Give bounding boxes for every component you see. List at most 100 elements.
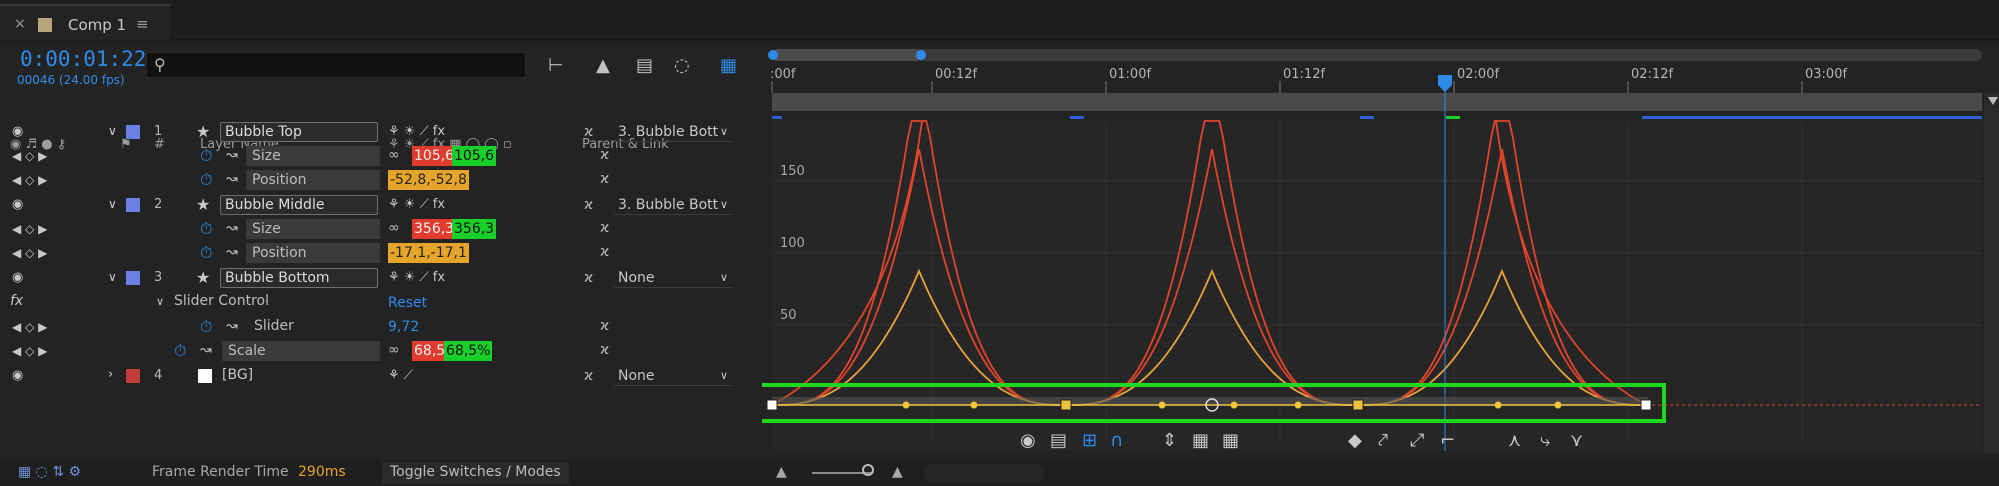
graph-toggle-icon[interactable]: ↝ bbox=[226, 147, 238, 163]
layer-name[interactable]: Bubble Top bbox=[220, 122, 378, 142]
stopwatch-icon[interactable]: ⏱ bbox=[200, 170, 212, 190]
layer-switches[interactable]: ⚘ ☀ ⟋ fx bbox=[388, 197, 445, 212]
parent-dropdown[interactable]: None ∨ bbox=[614, 268, 732, 288]
pickwhip-icon[interactable]: ϰ bbox=[584, 270, 593, 286]
keyframe-handle[interactable] bbox=[1352, 399, 1364, 411]
parent-dropdown[interactable]: 3. Bubble Bott ∨ bbox=[614, 122, 732, 142]
property-value[interactable]: 105,6 bbox=[412, 146, 457, 166]
property-value[interactable]: 68,5 bbox=[412, 341, 448, 361]
expression-pickwhip-icon[interactable]: ϰ bbox=[600, 147, 609, 163]
expression-pickwhip-icon[interactable]: ϰ bbox=[600, 244, 609, 260]
time-navigator-range[interactable] bbox=[772, 49, 922, 61]
expression-pickwhip-icon[interactable]: ϰ bbox=[600, 342, 609, 358]
layer-switches[interactable]: ⚘ ⟋ bbox=[388, 368, 413, 383]
parent-dropdown[interactable]: None ∨ bbox=[614, 366, 732, 386]
property-name[interactable]: Scale bbox=[222, 341, 380, 361]
parent-dropdown[interactable]: 3. Bubble Bott ∨ bbox=[614, 195, 732, 215]
property-name[interactable]: Size bbox=[246, 219, 380, 239]
layer-name[interactable]: Bubble Bottom bbox=[220, 268, 378, 288]
property-value[interactable]: 68,5% bbox=[444, 341, 493, 361]
fit-selection-icon[interactable]: ⇕ bbox=[1162, 430, 1177, 451]
expression-pickwhip-icon[interactable]: ϰ bbox=[600, 220, 609, 236]
bezier-handle[interactable] bbox=[1294, 401, 1302, 409]
constrain-link-icon[interactable]: ∞ bbox=[388, 147, 400, 163]
frame-blending-icon[interactable]: ▤ bbox=[636, 55, 653, 76]
constrain-link-icon[interactable]: ∞ bbox=[388, 220, 400, 236]
property-value[interactable]: -17,1,-17,1 bbox=[388, 243, 469, 263]
layer-name[interactable]: Bubble Middle bbox=[220, 195, 378, 215]
property-value[interactable]: 356,3 bbox=[452, 219, 497, 239]
stopwatch-icon[interactable]: ⏱ bbox=[200, 317, 212, 337]
close-tab-icon[interactable]: × bbox=[14, 16, 26, 32]
motion-blur-icon[interactable]: ◌ bbox=[674, 55, 690, 76]
stopwatch-icon[interactable]: ⏱ bbox=[174, 341, 186, 361]
bezier-handle[interactable] bbox=[1554, 401, 1562, 409]
property-name[interactable]: Position bbox=[246, 170, 380, 190]
show-properties-icon[interactable]: ◉ bbox=[1020, 430, 1036, 451]
keyframe-nav-icons[interactable]: ◀ ◇ ▶ bbox=[12, 173, 47, 187]
separate-dimensions-icon[interactable]: ▦ bbox=[1222, 430, 1239, 451]
property-name[interactable]: Slider bbox=[254, 318, 294, 334]
layer-row-4[interactable]: ◉ › 4 [BG] ⚘ ⟋ ϰ None ∨ bbox=[0, 364, 742, 388]
property-value[interactable]: 105,6 bbox=[452, 146, 497, 166]
visibility-eye-icon[interactable]: ◉ bbox=[12, 197, 23, 212]
layer-label-color[interactable] bbox=[126, 125, 140, 139]
keyframe-nav-icons[interactable]: ◀ ◇ ▶ bbox=[12, 246, 47, 260]
bezier-handle[interactable] bbox=[1230, 401, 1238, 409]
footer-icons[interactable]: ▦ ◌ ⇅ ⚙ bbox=[18, 464, 81, 480]
zoom-slider-handle[interactable] bbox=[862, 464, 874, 476]
layer-label-color[interactable] bbox=[126, 198, 140, 212]
expand-chevron-icon[interactable]: ∨ bbox=[156, 295, 164, 308]
transform-box-icon[interactable]: ⊞ bbox=[1082, 430, 1097, 451]
bezier-handle[interactable] bbox=[902, 401, 910, 409]
property-value[interactable]: 356,3 bbox=[412, 219, 457, 239]
stopwatch-icon[interactable]: ⏱ bbox=[200, 243, 212, 263]
property-value[interactable]: 9,72 bbox=[386, 317, 421, 337]
easy-ease-icon[interactable]: ⌐ bbox=[1440, 430, 1455, 451]
pickwhip-icon[interactable]: ϰ bbox=[584, 124, 593, 140]
keyframe-handle[interactable] bbox=[766, 399, 778, 411]
layer-row-2[interactable]: ◉ ∨ 2 ★ Bubble Middle ⚘ ☀ ⟋ fx ϰ 3. Bubb… bbox=[0, 193, 742, 217]
layer-label-color[interactable] bbox=[126, 369, 140, 383]
bezier-handle[interactable] bbox=[1494, 401, 1502, 409]
navigator-end-handle[interactable] bbox=[916, 50, 926, 60]
layer-switches[interactable]: ⚘ ☀ ⟋ fx bbox=[388, 270, 445, 285]
comp-tab[interactable]: × Comp 1 ≡ bbox=[0, 4, 170, 40]
keyframe-nav-icons[interactable]: ◀ ◇ ▶ bbox=[12, 344, 47, 358]
expand-chevron-icon[interactable]: ∨ bbox=[108, 270, 117, 284]
keyframe-nav-icons[interactable]: ◀ ◇ ▶ bbox=[12, 149, 47, 163]
keyframe-interpolation-icon[interactable]: ⋎ bbox=[1570, 430, 1583, 451]
graph-toggle-icon[interactable]: ↝ bbox=[200, 342, 212, 358]
easy-ease-out-icon[interactable]: ⤷ bbox=[1540, 430, 1550, 451]
effect-reset-link[interactable]: Reset bbox=[386, 293, 429, 313]
pickwhip-icon[interactable]: ϰ bbox=[584, 368, 593, 384]
visibility-eye-icon[interactable]: ◉ bbox=[12, 124, 23, 139]
visibility-eye-icon[interactable]: ◉ bbox=[12, 270, 23, 285]
property-value[interactable]: -52,8,-52,8 bbox=[388, 170, 469, 190]
stopwatch-icon[interactable]: ⏱ bbox=[200, 146, 212, 166]
graph-editor[interactable]: :00f 00:12f 01:00f 01:12f 02:00f 02:12f 03:00f… bbox=[762, 41, 1999, 460]
keyframe-handle[interactable] bbox=[1640, 399, 1652, 411]
expression-pickwhip-icon[interactable]: ϰ bbox=[600, 318, 609, 334]
playhead-handle[interactable] bbox=[1438, 75, 1452, 92]
expand-chevron-icon[interactable]: ∨ bbox=[108, 124, 117, 138]
keyframe-nav-icons[interactable]: ◀ ◇ ▶ bbox=[12, 320, 47, 334]
layer-row-1[interactable]: ◉ ∨ 1 ★ Bubble Top ⚘ ☀ ⟋ fx ϰ 3. Bubble … bbox=[0, 120, 742, 144]
keyframe-handle[interactable] bbox=[1060, 399, 1072, 411]
constrain-link-icon[interactable]: ∞ bbox=[388, 342, 400, 358]
tab-menu-icon[interactable]: ≡ bbox=[136, 15, 149, 33]
stopwatch-icon[interactable]: ⏱ bbox=[200, 219, 212, 239]
effect-name[interactable]: Slider Control bbox=[174, 293, 269, 309]
zoom-in-icon[interactable]: ▲ bbox=[892, 464, 903, 480]
layer-row-3[interactable]: ◉ ∨ 3 ★ Bubble Bottom ⚘ ☀ ⟋ fx ϰ None ∨ bbox=[0, 266, 742, 290]
visibility-eye-icon[interactable]: ◉ bbox=[12, 368, 23, 383]
graph-options-icon[interactable]: ▤ bbox=[1050, 430, 1067, 451]
layer-label-color[interactable] bbox=[126, 271, 140, 285]
toggle-switches-button[interactable]: Toggle Switches / Modes bbox=[382, 462, 569, 484]
time-navigator[interactable] bbox=[772, 49, 1982, 61]
work-area-bar[interactable] bbox=[772, 93, 1982, 111]
keyframe-nav-icons[interactable]: ◀ ◇ ▶ bbox=[12, 222, 47, 236]
layer-name[interactable]: [BG] bbox=[222, 367, 253, 383]
graph-toggle-icon[interactable]: ↝ bbox=[226, 171, 238, 187]
convert-auto-bezier-icon[interactable]: ⤢ bbox=[1410, 430, 1425, 451]
